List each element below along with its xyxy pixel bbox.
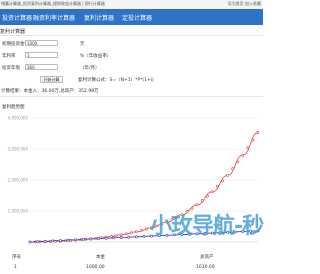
total-assets-point xyxy=(109,234,113,238)
table-header-index: 序号 xyxy=(12,255,21,260)
table-cell-principal: 1000.00 xyxy=(86,265,105,270)
total-assets-point xyxy=(124,232,128,236)
topbar-links[interactable]: 设为首页 加入收藏 xyxy=(228,1,261,7)
y-tick-label: 1,000,000 xyxy=(8,209,29,214)
total-assets-point xyxy=(241,153,245,157)
formula-text: 复利计算公式：S=（N+1）*P*(1+i) xyxy=(78,78,154,83)
nav-item-fixed-invest-calculator[interactable]: 定投计算器 xyxy=(122,13,152,22)
main-nav: 投资计算器 融资利率计算器 复利计算器 定投计算器 xyxy=(0,9,263,25)
total-assets-point xyxy=(226,173,230,177)
total-assets-point xyxy=(114,234,118,237)
term-input[interactable]: 360 xyxy=(25,64,58,70)
principal-point xyxy=(59,239,62,242)
rate-label: 年利率 xyxy=(2,54,16,59)
y-tick-label: 2,000,000 xyxy=(8,178,29,183)
principal-point xyxy=(43,239,47,243)
principal-point xyxy=(97,237,100,241)
total-assets-point xyxy=(195,203,199,207)
nav-item-invest-calculator[interactable]: 投资计算器 xyxy=(2,13,32,22)
total-assets-point xyxy=(210,190,214,194)
principal-point xyxy=(142,235,146,238)
term-unit: （年/月） xyxy=(80,66,100,71)
principal-point xyxy=(112,236,116,240)
result-divider xyxy=(0,96,263,97)
section-title: 复利计算器 xyxy=(0,29,26,35)
term-label: 投资年限 xyxy=(2,66,20,71)
principal-point xyxy=(81,237,85,241)
total-assets-point xyxy=(216,184,219,188)
principal-point xyxy=(28,240,32,244)
principal-point xyxy=(134,235,138,239)
section-divider xyxy=(0,35,263,36)
y-tick-label: 3,000,000 xyxy=(8,147,29,152)
total-assets-point xyxy=(129,231,133,235)
total-assets-point xyxy=(140,229,143,232)
nav-item-finance-rate-calculator[interactable]: 融资利率计算器 xyxy=(33,13,75,22)
principal-point xyxy=(74,238,78,242)
result-value: 本金入：36.00万,总资产：352.98万 xyxy=(23,89,99,94)
total-assets-point xyxy=(200,199,204,202)
principal-point xyxy=(127,235,131,239)
watermark-logo: 小玫导航-秒 xyxy=(150,214,264,239)
principal-point xyxy=(51,239,55,243)
chart-y-labels: 4,000,000 3,000,000 2,000,000 1,000,000 xyxy=(8,116,29,214)
total-assets-point xyxy=(145,227,148,231)
table-cell-index: 1 xyxy=(14,265,17,270)
principal-point xyxy=(89,237,93,241)
total-assets-point xyxy=(221,179,224,183)
site-title: 储蓄计算器_投资复利计算器_理财收益计算器 | 银行计算器 xyxy=(1,1,105,6)
y-tick-label: 4,000,000 xyxy=(8,116,29,121)
total-assets-point xyxy=(231,167,235,171)
result-table: 序号 本金 总资产 1 1000.00 1010.00 xyxy=(0,254,263,274)
table-header-principal: 本金 xyxy=(96,255,105,260)
calculate-button[interactable]: 开始计算 xyxy=(40,76,63,83)
result-text: 计算结果：本金入：36.00万,总资产：352.98万 xyxy=(1,89,99,94)
rate-unit: %（年收益率） xyxy=(80,54,112,59)
rate-input[interactable]: 1 xyxy=(25,52,58,58)
total-assets-point xyxy=(246,146,250,150)
result-label: 计算结果 xyxy=(1,89,19,94)
table-cell-total: 1010.00 xyxy=(196,265,215,270)
total-assets-point xyxy=(205,194,209,198)
table-header-total: 总资产 xyxy=(200,255,214,260)
principal-point xyxy=(66,238,70,242)
principal-input[interactable]: 1000 xyxy=(25,40,58,46)
principal-unit: 元 xyxy=(80,42,85,47)
principal-point xyxy=(104,236,108,240)
total-assets-point xyxy=(236,160,240,164)
nav-item-compound-calculator[interactable]: 复利计算器 xyxy=(84,13,114,22)
principal-point xyxy=(36,240,40,244)
principal-point xyxy=(119,236,123,239)
total-assets-point xyxy=(119,233,123,237)
total-assets-point xyxy=(251,138,255,142)
total-assets-point xyxy=(256,131,260,134)
total-assets-point xyxy=(134,230,138,234)
